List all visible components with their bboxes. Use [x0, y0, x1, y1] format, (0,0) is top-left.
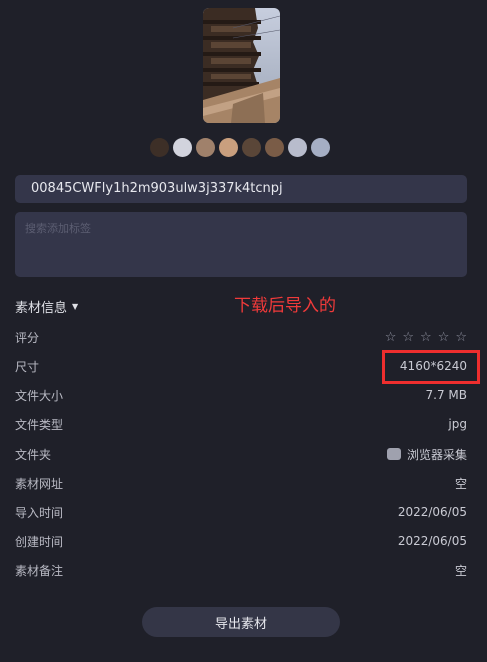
- color-palette: [150, 138, 330, 157]
- size-label: 尺寸: [15, 359, 40, 374]
- filesize-value: 7.7 MB: [425, 388, 467, 402]
- star-icon[interactable]: ☆: [455, 330, 467, 345]
- note-value[interactable]: 空: [455, 562, 467, 579]
- image-preview[interactable]: [203, 8, 280, 123]
- star-icon[interactable]: ☆: [385, 330, 397, 345]
- highlight-box: [382, 350, 480, 384]
- created-time-value: 2022/06/05: [397, 534, 467, 548]
- import-time-label: 导入时间: [15, 505, 64, 520]
- color-swatch[interactable]: [242, 138, 261, 157]
- note-label: 素材备注: [15, 563, 64, 578]
- info-row-folder: 文件夹 浏览器采集: [15, 444, 467, 464]
- info-row-filesize: 文件大小 7.7 MB: [15, 385, 467, 405]
- filename-field[interactable]: 00845CWFly1h2m903ulw3j337k4tcnpj: [15, 175, 467, 203]
- url-label: 素材网址: [15, 476, 64, 491]
- filetype-value: jpg: [448, 417, 467, 431]
- folder-value-link[interactable]: 浏览器采集: [386, 446, 467, 463]
- color-swatch[interactable]: [173, 138, 192, 157]
- info-row-import-time: 导入时间 2022/06/05: [15, 502, 467, 522]
- folder-label: 文件夹: [15, 447, 52, 462]
- star-icon[interactable]: ☆: [420, 330, 432, 345]
- info-row-created-time: 创建时间 2022/06/05: [15, 531, 467, 551]
- star-icon[interactable]: ☆: [438, 330, 450, 345]
- rating-label: 评分: [15, 330, 40, 345]
- color-swatch[interactable]: [265, 138, 284, 157]
- color-swatch[interactable]: [288, 138, 307, 157]
- folder-icon: [386, 448, 401, 460]
- annotation-text: 下载后导入的: [234, 296, 336, 316]
- info-row-url: 素材网址 空: [15, 473, 467, 493]
- tag-input[interactable]: 搜索添加标签: [15, 212, 467, 277]
- color-swatch[interactable]: [196, 138, 215, 157]
- info-row-note: 素材备注 空: [15, 560, 467, 580]
- export-button[interactable]: 导出素材: [142, 607, 340, 637]
- folder-value: 浏览器采集: [406, 447, 467, 462]
- info-row-rating: 评分 ☆ ☆ ☆ ☆ ☆: [15, 327, 467, 347]
- caret-down-icon: ▼: [72, 302, 79, 311]
- created-time-label: 创建时间: [15, 534, 64, 549]
- url-value[interactable]: 空: [455, 475, 467, 492]
- color-swatch[interactable]: [219, 138, 238, 157]
- info-section-header[interactable]: 素材信息 ▼: [15, 297, 78, 316]
- filetype-label: 文件类型: [15, 417, 64, 432]
- rating-stars[interactable]: ☆ ☆ ☆ ☆ ☆: [385, 330, 467, 345]
- filesize-label: 文件大小: [15, 388, 64, 403]
- import-time-value: 2022/06/05: [397, 505, 467, 519]
- info-row-filetype: 文件类型 jpg: [15, 414, 467, 434]
- color-swatch[interactable]: [311, 138, 330, 157]
- color-swatch[interactable]: [150, 138, 169, 157]
- star-icon[interactable]: ☆: [402, 330, 414, 345]
- section-title: 素材信息: [15, 301, 68, 316]
